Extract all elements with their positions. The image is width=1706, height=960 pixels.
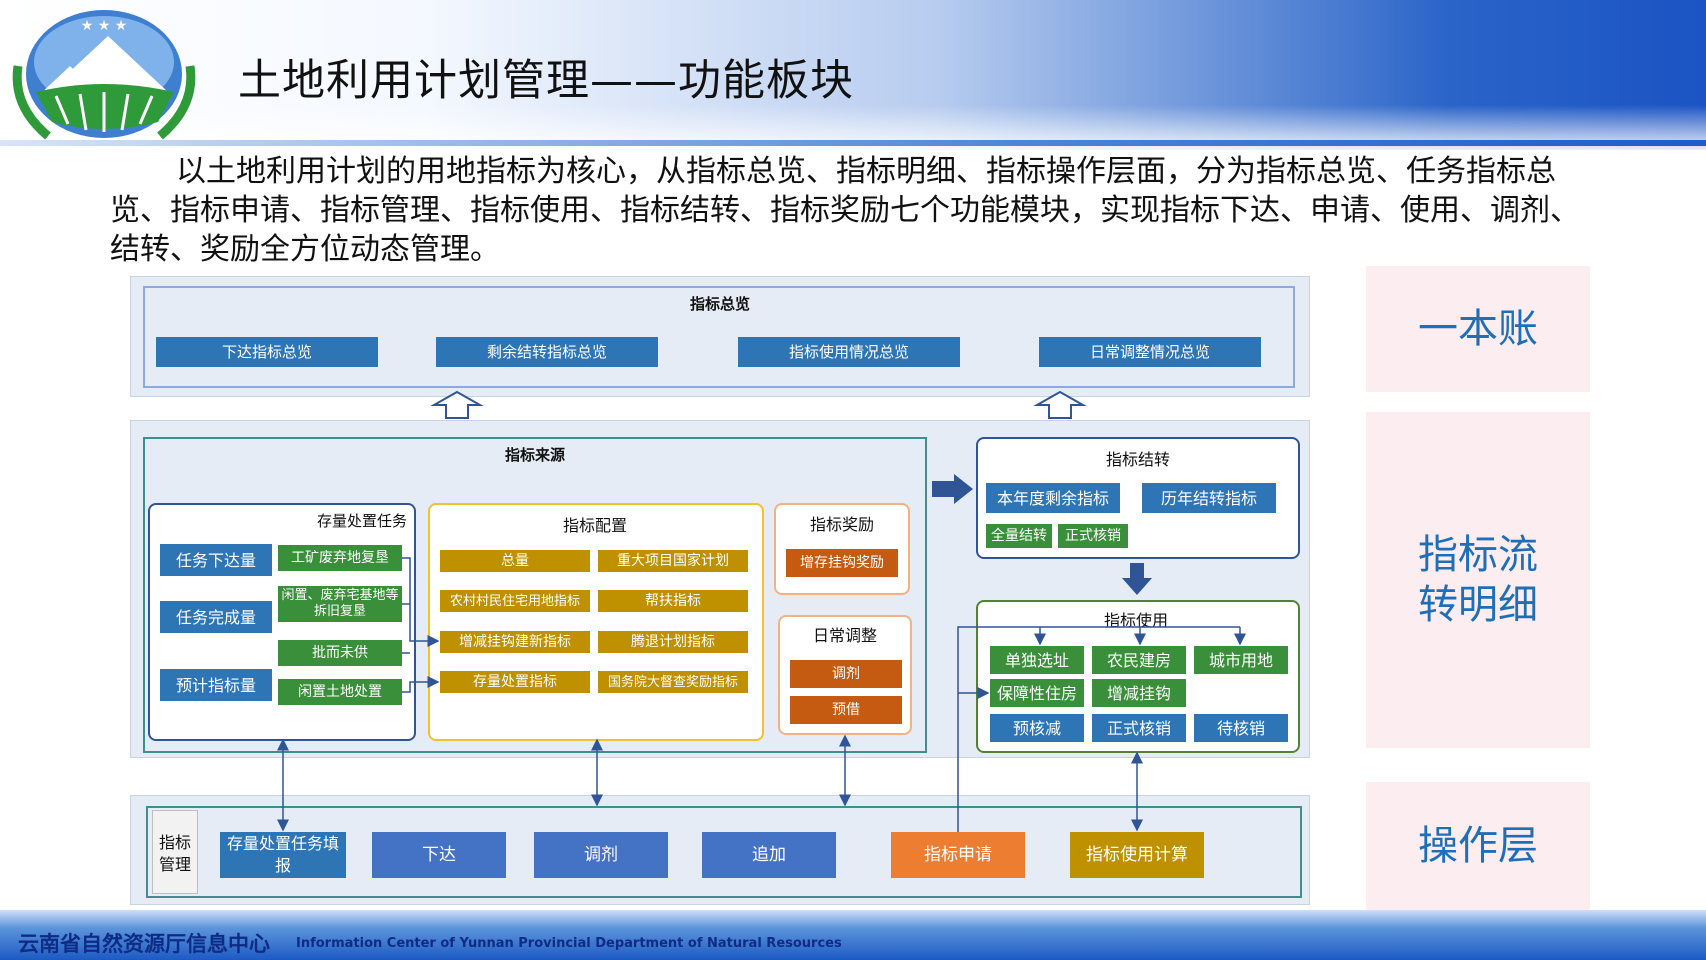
reward-stock-linkage[interactable]: 增存挂钩奖励 [786, 549, 898, 577]
footer-org-en: Information Center of Yunnan Provincial … [296, 936, 842, 951]
usage-separate-site[interactable]: 单独选址 [990, 646, 1084, 674]
intro-paragraph: 以土地利用计划的用地指标为核心，从指标总览、指标明细、指标操作层面，分为指标总览… [110, 152, 1580, 269]
side-label-operation: 操作层 [1366, 782, 1590, 910]
usage-affordable-housing[interactable]: 保障性住房 [990, 679, 1084, 707]
usage-official-writeoff[interactable]: 正式核销 [1092, 714, 1186, 742]
config-linkage-new[interactable]: 增减挂钩建新指标 [440, 631, 590, 653]
side-label-ledger: 一本账 [1366, 266, 1590, 392]
carryover-title: 指标结转 [1105, 450, 1170, 469]
side-label-flow-detail: 指标流转明细 [1366, 412, 1590, 748]
op-transfer-button[interactable]: 调剂 [534, 832, 668, 878]
carryover-historical[interactable]: 历年结转指标 [1142, 483, 1276, 513]
source-title: 指标来源 [504, 446, 565, 464]
stock-title: 存量处置任务 [316, 512, 407, 530]
stock-mining-reclaim[interactable]: 工矿废弃地复垦 [278, 545, 402, 571]
op-append-button[interactable]: 追加 [702, 832, 836, 878]
department-logo: ★ ★ ★ [8, 6, 200, 146]
stock-task-estimated[interactable]: 预计指标量 [160, 669, 272, 701]
overview-item-adjust[interactable]: 日常调整情况总览 [1039, 337, 1261, 367]
overview-item-usage[interactable]: 指标使用情况总览 [738, 337, 960, 367]
usage-urban-land[interactable]: 城市用地 [1194, 646, 1288, 674]
daily-adjust-borrow[interactable]: 预借 [790, 696, 902, 724]
footer-org-cn: 云南省自然资源厅信息中心 [18, 932, 270, 956]
overview-item-issued[interactable]: 下达指标总览 [156, 337, 378, 367]
config-rural-housing[interactable]: 农村村民住宅用地指标 [440, 590, 590, 612]
op-usage-calc-button[interactable]: 指标使用计算 [1070, 832, 1204, 878]
stock-task-completed[interactable]: 任务完成量 [160, 601, 272, 633]
usage-farmer-housing[interactable]: 农民建房 [1092, 646, 1186, 674]
config-title: 指标配置 [562, 516, 627, 535]
config-box [428, 503, 764, 741]
carryover-current-year[interactable]: 本年度剩余指标 [986, 483, 1120, 513]
daily-adjust-title: 日常调整 [812, 626, 877, 645]
daily-adjust-transfer[interactable]: 调剂 [790, 660, 902, 688]
usage-linkage[interactable]: 增减挂钩 [1092, 679, 1186, 707]
usage-pre-deduct[interactable]: 预核减 [990, 714, 1084, 742]
usage-title: 指标使用 [1103, 611, 1168, 630]
stock-idle-land[interactable]: 闲置土地处置 [278, 679, 402, 705]
overview-item-remaining[interactable]: 剩余结转指标总览 [436, 337, 658, 367]
stock-homestead-reclaim[interactable]: 闲置、废弃宅基地等拆旧复垦 [278, 586, 402, 622]
config-major-project[interactable]: 重大项目国家计划 [598, 550, 748, 572]
op-stock-task-report[interactable]: 存量处置任务填报 [220, 832, 346, 878]
intro-text: 以土地利用计划的用地指标为核心，从指标总览、指标明细、指标操作层面，分为指标总览… [110, 154, 1580, 267]
op-issue-button[interactable]: 下达 [372, 832, 506, 878]
carryover-full[interactable]: 全量结转 [986, 524, 1052, 548]
config-stock-disposal[interactable]: 存量处置指标 [440, 671, 590, 693]
stock-approved-not-supplied[interactable]: 批而未供 [278, 640, 402, 666]
reward-title: 指标奖励 [809, 515, 874, 534]
page-title: 土地利用计划管理——功能板块 [238, 56, 854, 106]
config-aid[interactable]: 帮扶指标 [598, 590, 748, 612]
carryover-official-writeoff[interactable]: 正式核销 [1058, 524, 1128, 548]
svg-text:★ ★ ★: ★ ★ ★ [81, 18, 128, 34]
op-apply-button[interactable]: 指标申请 [891, 832, 1025, 878]
header-line [0, 140, 1706, 146]
config-total[interactable]: 总量 [440, 550, 590, 572]
usage-pending-writeoff[interactable]: 待核销 [1194, 714, 1288, 742]
stock-task-issued[interactable]: 任务下达量 [160, 544, 272, 576]
config-state-council-reward[interactable]: 国务院大督查奖励指标 [598, 671, 748, 693]
operation-label: 指标管理 [158, 833, 191, 874]
overview-title: 指标总览 [689, 295, 750, 313]
config-vacate-plan[interactable]: 腾退计划指标 [598, 631, 748, 653]
